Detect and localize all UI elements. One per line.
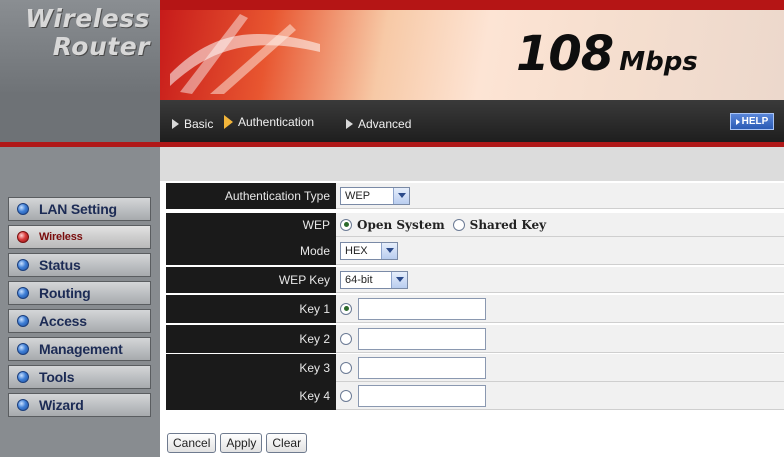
key-row: Key 1 [166,295,784,323]
mode-cell: HEX [336,237,784,265]
shared-key-radio[interactable] [452,218,465,231]
key-3-radio[interactable] [340,361,352,374]
tab-label: Authentication [238,115,315,129]
key-label: Key 4 [166,382,336,410]
cancel-button[interactable]: Cancel [167,433,217,453]
bullet-icon [17,203,29,215]
key-row: Key 3 [166,354,784,382]
help-arrow-icon [735,118,740,125]
key-2-input[interactable] [358,327,486,350]
tab-label: Basic [184,117,214,131]
sidebar-item-label: Access [39,313,87,329]
sidebar-nav: LAN Setting Wireless Status Routing Acce… [8,197,151,421]
mode-row: Mode HEX [166,237,784,265]
open-system-label: Open System [357,217,445,232]
sidebar-item-routing[interactable]: Routing [8,281,151,305]
sidebar-item-status[interactable]: Status [8,253,151,277]
open-system-radio[interactable] [340,218,352,231]
apply-button[interactable]: Apply [220,433,263,453]
auth-type-cell: WEP [336,183,784,209]
sidebar-item-lan-setting[interactable]: LAN Setting [8,197,151,221]
sidebar-item-access[interactable]: Access [8,309,151,333]
sidebar-item-management[interactable]: Management [8,337,151,361]
speed-number: 108 [516,26,614,82]
brand-logo: Wireless Router [0,0,160,92]
auth-type-value: WEP [345,189,371,202]
mode-label: Mode [166,237,336,265]
auth-type-select[interactable]: WEP [340,186,410,205]
brand-line-2: Router [52,32,150,61]
form-buttons: Cancel Apply Clear [167,433,308,453]
key-label: Key 2 [166,325,336,353]
content-top-strip [160,147,784,181]
banner-top-rule [160,0,784,10]
sidebar-item-label: Tools [39,369,75,385]
key-4-radio[interactable] [340,389,352,402]
tab-label: Advanced [358,117,412,131]
bullet-icon [17,399,29,411]
sidebar-item-label: Status [39,257,81,273]
mode-select[interactable]: HEX [340,241,398,260]
key-cell [336,382,784,410]
key-cell [336,295,784,323]
sidebar-item-tools[interactable]: Tools [8,365,151,389]
wep-key-row: WEP Key 64-bit [166,267,784,293]
sidebar-item-wireless[interactable]: Wireless [8,225,151,249]
bullet-icon [17,259,29,271]
chevron-down-icon [393,187,409,204]
bullet-icon [17,343,29,355]
key-1-radio[interactable] [340,302,352,315]
key-row: Key 2 [166,325,784,353]
tab-authentication[interactable]: Authentication [224,115,314,129]
play-arrow-icon [346,119,353,129]
play-arrow-icon [172,119,179,129]
bullet-icon [17,287,29,299]
wep-key-value: 64-bit [345,273,373,286]
wep-row: WEP Open System Shared Key [166,213,784,237]
auth-type-label: Authentication Type [166,183,336,209]
wep-label: WEP [166,213,336,237]
help-button[interactable]: HELP [730,113,774,130]
sidebar-item-label: Wizard [39,397,84,413]
sidebar-item-label: Wireless [39,231,83,243]
left-band [0,92,160,142]
auth-type-row: Authentication Type WEP [166,183,784,209]
tab-bar: Basic Authentication Advanced HELP [160,100,784,142]
play-arrow-icon [224,115,233,129]
sidebar-item-label: LAN Setting [39,201,117,217]
key-label: Key 3 [166,354,336,382]
tab-basic[interactable]: Basic [172,117,213,131]
chevron-down-icon [381,242,397,259]
speed-unit: Mbps [619,47,698,77]
wep-options: Open System Shared Key [336,213,784,237]
clear-button[interactable]: Clear [266,433,308,453]
swoosh-graphic [170,14,320,94]
sidebar-item-wizard[interactable]: Wizard [8,393,151,417]
tab-advanced[interactable]: Advanced [346,117,411,131]
key-cell [336,354,784,382]
shared-key-label: Shared Key [469,217,547,232]
key-4-input[interactable] [358,384,486,407]
bullet-icon [17,315,29,327]
brand-line-1: Wireless [25,4,150,33]
wep-key-cell: 64-bit [336,267,784,293]
wep-key-label: WEP Key [166,267,336,293]
speed-label: 108 Mbps [516,26,698,82]
bullet-icon [17,371,29,383]
key-1-input[interactable] [358,297,486,320]
key-2-radio[interactable] [340,332,352,345]
sidebar-item-label: Management [39,341,123,357]
bullet-icon [17,231,29,243]
wep-key-select[interactable]: 64-bit [340,270,408,289]
key-row: Key 4 [166,382,784,410]
key-cell [336,325,784,353]
key-label: Key 1 [166,295,336,323]
mode-value: HEX [345,244,368,257]
sidebar-item-label: Routing [39,285,91,301]
chevron-down-icon [391,271,407,288]
help-label: HELP [741,116,769,127]
key-3-input[interactable] [358,356,486,379]
